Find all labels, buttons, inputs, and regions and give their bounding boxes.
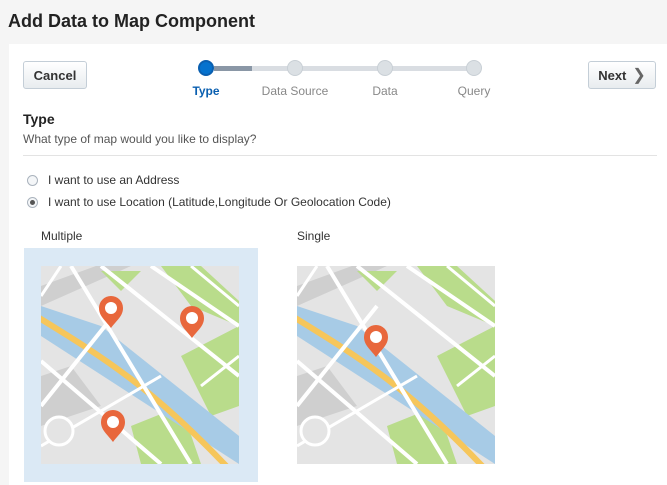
cancel-button[interactable]: Cancel (23, 61, 87, 89)
train-label-type[interactable]: Type (192, 84, 219, 98)
train-stop-query[interactable] (466, 60, 482, 76)
map-multiple-pins-icon[interactable] (41, 266, 239, 464)
chevron-right-icon: ❯ (632, 67, 646, 84)
radio-address[interactable]: I want to use an Address (27, 173, 179, 187)
train-stop-data[interactable] (377, 60, 393, 76)
radio-location-label: I want to use Location (Latitude,Longitu… (48, 195, 391, 209)
train-stop-data-source[interactable] (287, 60, 303, 76)
option-single-label: Single (297, 229, 331, 243)
train-label-query[interactable]: Query (458, 84, 491, 98)
dialog-header: Add Data to Map Component (0, 0, 667, 44)
radio-button-checked[interactable] (27, 196, 38, 208)
train-connector (252, 66, 472, 71)
section-title: Type (23, 111, 55, 127)
divider (23, 155, 657, 156)
section-question: What type of map would you like to displ… (23, 132, 257, 146)
train-connector (214, 66, 252, 71)
dialog-title: Add Data to Map Component (8, 11, 255, 31)
train-stop-type[interactable] (198, 60, 214, 76)
train-label-data[interactable]: Data (372, 84, 397, 98)
next-button[interactable]: Next ❯ (588, 61, 656, 89)
map-single-pin-icon[interactable] (297, 266, 495, 464)
left-rail (0, 44, 9, 485)
radio-button[interactable] (27, 174, 38, 186)
train-label-data-source[interactable]: Data Source (262, 84, 329, 98)
option-multiple-label: Multiple (41, 229, 83, 243)
radio-location[interactable]: I want to use Location (Latitude,Longitu… (27, 195, 391, 209)
next-label: Next (598, 67, 627, 83)
radio-address-label: I want to use an Address (48, 173, 180, 187)
cancel-label: Cancel (33, 67, 77, 83)
